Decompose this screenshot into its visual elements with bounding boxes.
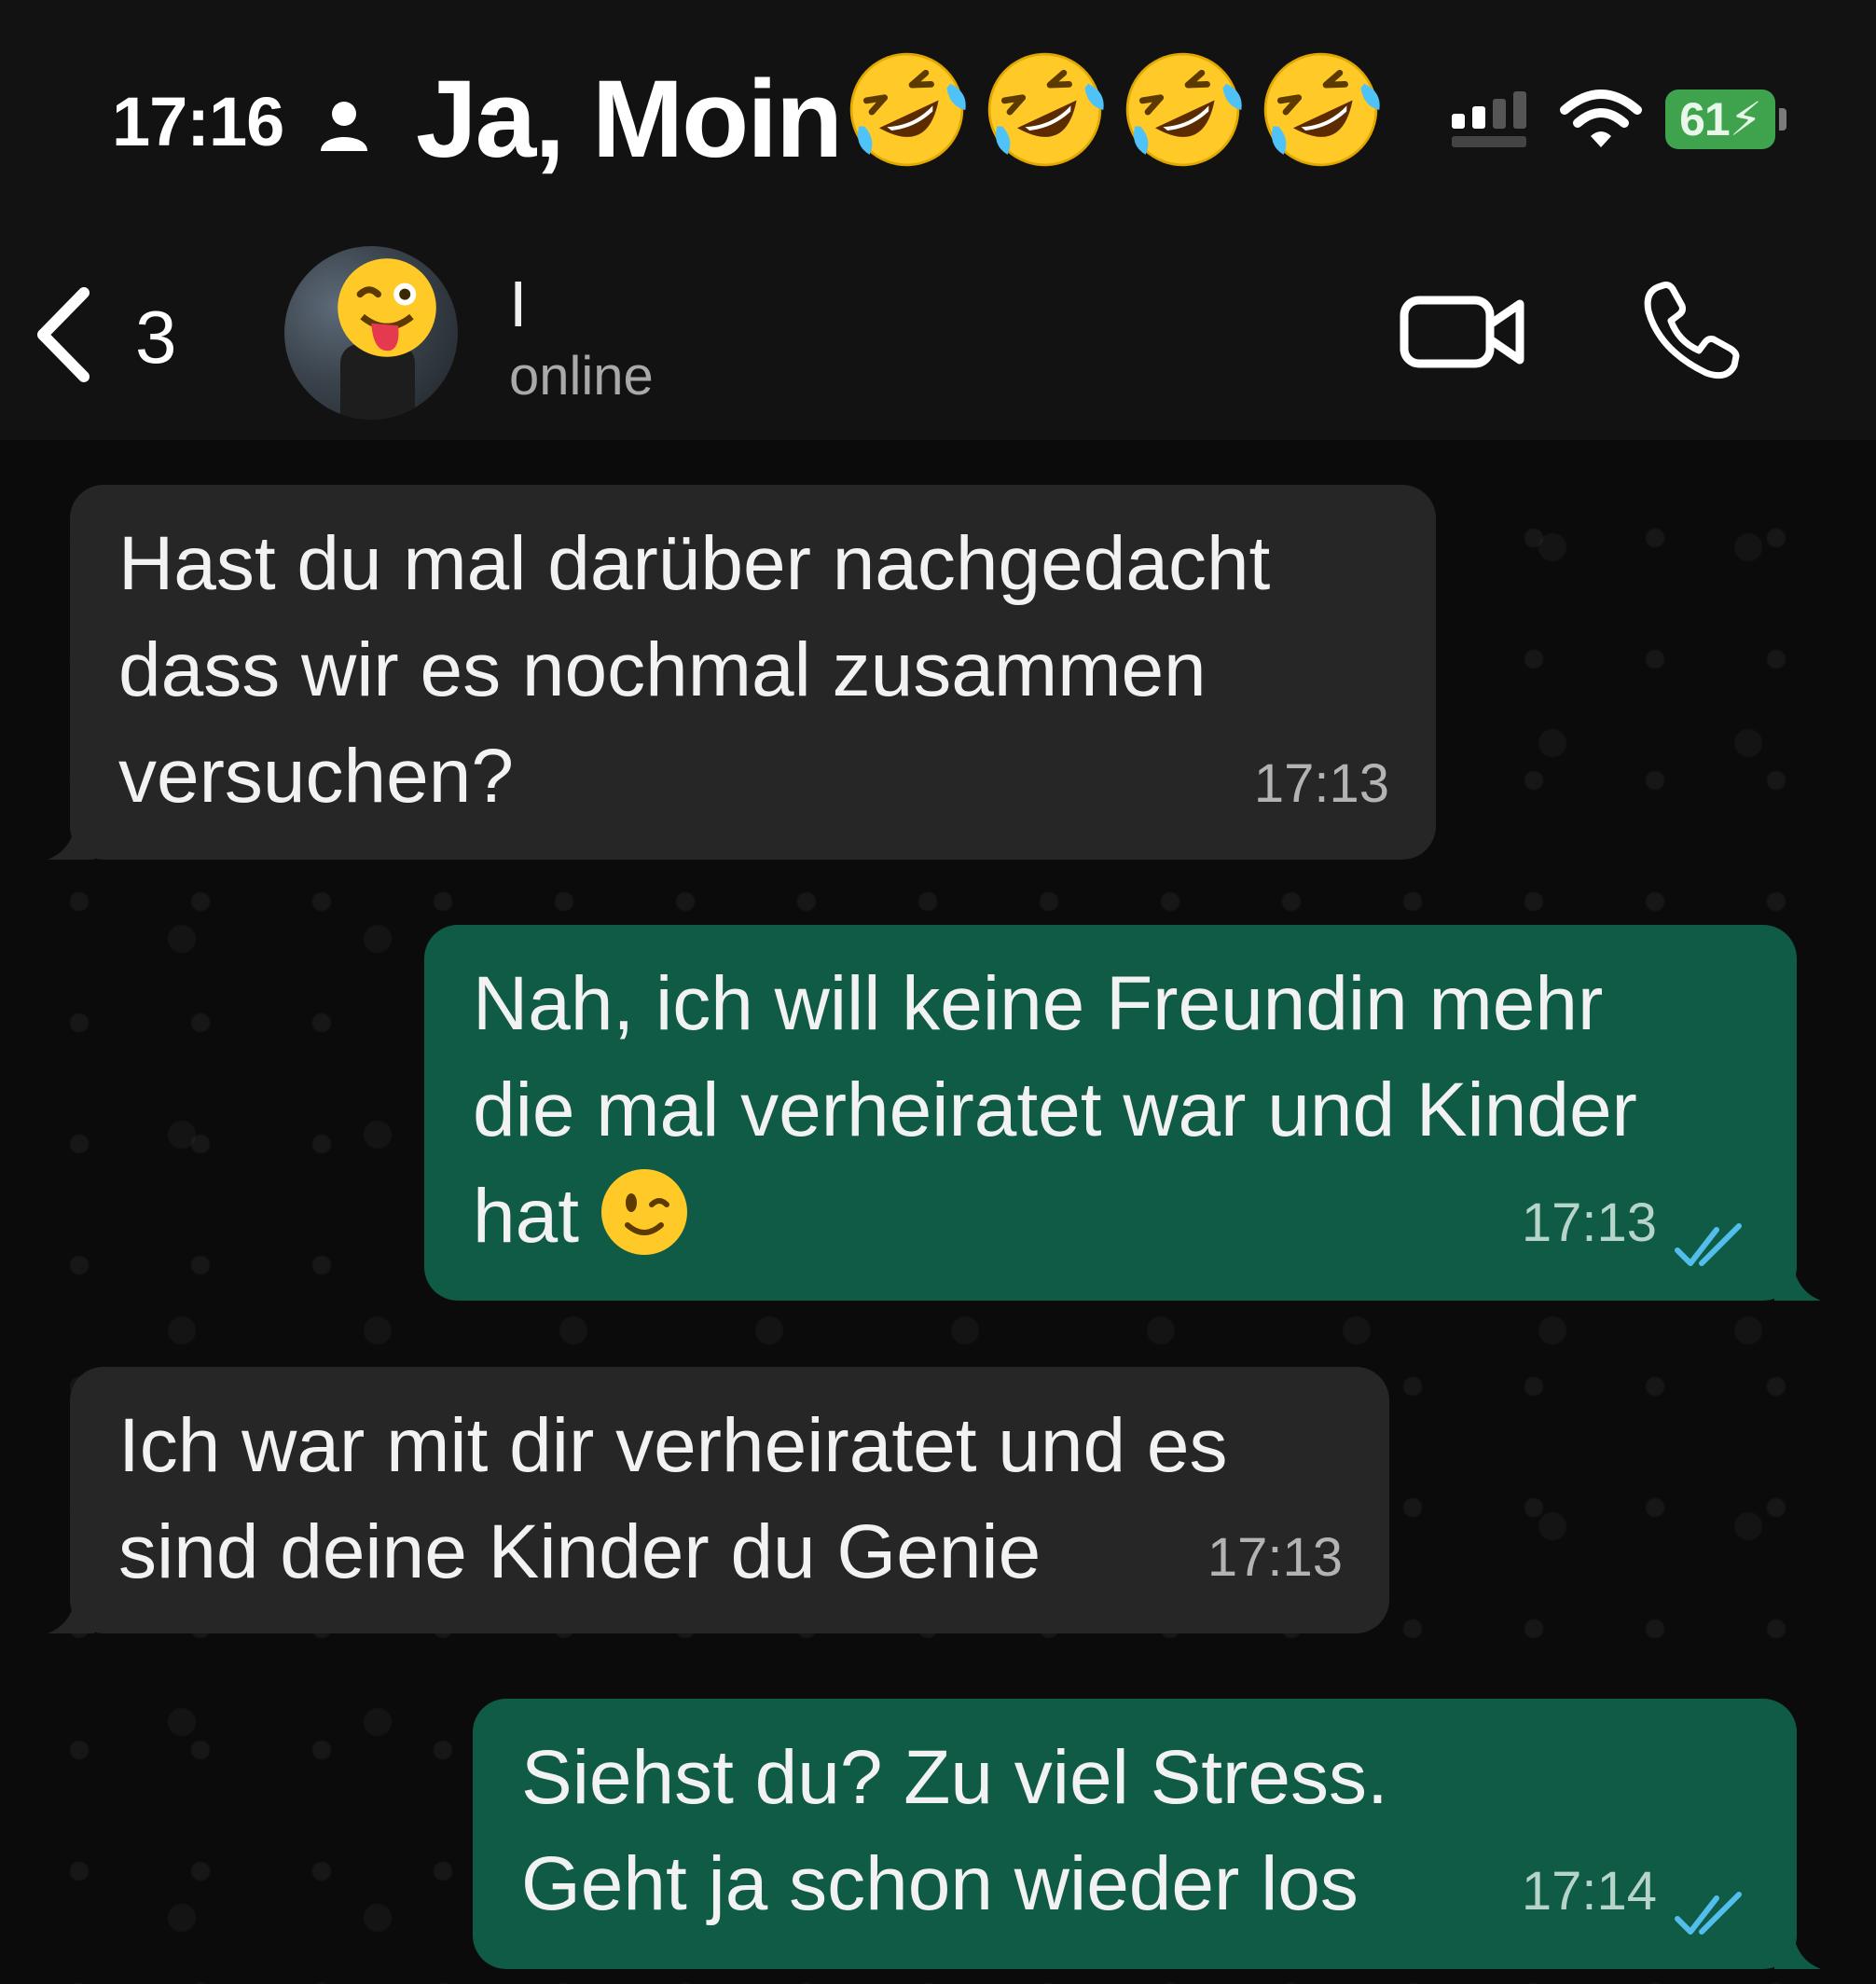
status-bar: 17:16 Ja, Moin 61⚡	[0, 0, 1876, 224]
message-bubble-incoming[interactable]: Ich war mit dir verheiratet und es sind …	[48, 1367, 1389, 1633]
message-text: Siehst du? Zu viel Stress. Geht ja schon…	[521, 1735, 1388, 1926]
voice-call-icon[interactable]	[1641, 280, 1744, 382]
tongue-wink-emoji-icon	[338, 258, 436, 357]
message-text: Ich war mit dir verheiratet und es sind …	[118, 1403, 1228, 1594]
contact-name[interactable]: I	[509, 267, 527, 341]
rofl-emoji-icon	[987, 52, 1104, 167]
message-bubble-incoming[interactable]: Hast du mal darüber nachgedacht dass wir…	[48, 485, 1436, 860]
bubble-tail	[1774, 1932, 1821, 1969]
read-receipt-icon	[1675, 1223, 1742, 1266]
back-unread-count[interactable]: 3	[135, 295, 177, 380]
charging-bolt-icon: ⚡	[1729, 93, 1762, 145]
bubble-tail	[48, 822, 94, 860]
chat-messages[interactable]: Hast du mal darüber nachgedacht dass wir…	[0, 440, 1876, 1984]
message-text: Nah, ich will keine Freundin mehr die ma…	[473, 961, 1637, 1259]
contact-status: online	[509, 346, 654, 406]
contact-avatar[interactable]	[284, 246, 458, 420]
cellular-signal-icon	[1452, 91, 1526, 147]
person-icon	[321, 102, 367, 151]
rofl-emoji-icon	[1263, 52, 1380, 167]
rofl-emoji-icon	[1125, 52, 1242, 167]
battery-level: 61	[1679, 93, 1731, 145]
chat-header: 3 I online	[0, 224, 1876, 440]
battery-indicator: 61⚡	[1665, 90, 1775, 149]
message-timestamp: 17:13	[1253, 753, 1389, 814]
rofl-emoji-icon	[849, 52, 966, 167]
bubble-tail	[1774, 1263, 1821, 1301]
video-call-icon[interactable]	[1399, 285, 1529, 379]
status-time: 17:16	[112, 83, 284, 160]
back-chevron-icon[interactable]	[30, 283, 95, 386]
winking-face-emoji-icon	[601, 1169, 687, 1255]
battery-tip	[1779, 108, 1786, 131]
message-text: Hast du mal darüber nachgedacht dass wir…	[118, 521, 1271, 819]
read-receipt-icon	[1675, 1892, 1742, 1935]
message-bubble-outgoing[interactable]: Siehst du? Zu viel Stress. Geht ja schon…	[473, 1699, 1821, 1969]
message-timestamp: 17:13	[1521, 1192, 1657, 1253]
bubble-tail	[48, 1596, 94, 1633]
message-bubble-outgoing[interactable]: Nah, ich will keine Freundin mehr die ma…	[424, 925, 1821, 1301]
message-timestamp: 17:14	[1521, 1861, 1657, 1922]
notification-banner-title[interactable]: Ja, Moin	[416, 56, 843, 183]
wifi-icon	[1560, 90, 1642, 147]
message-timestamp: 17:13	[1207, 1527, 1343, 1588]
